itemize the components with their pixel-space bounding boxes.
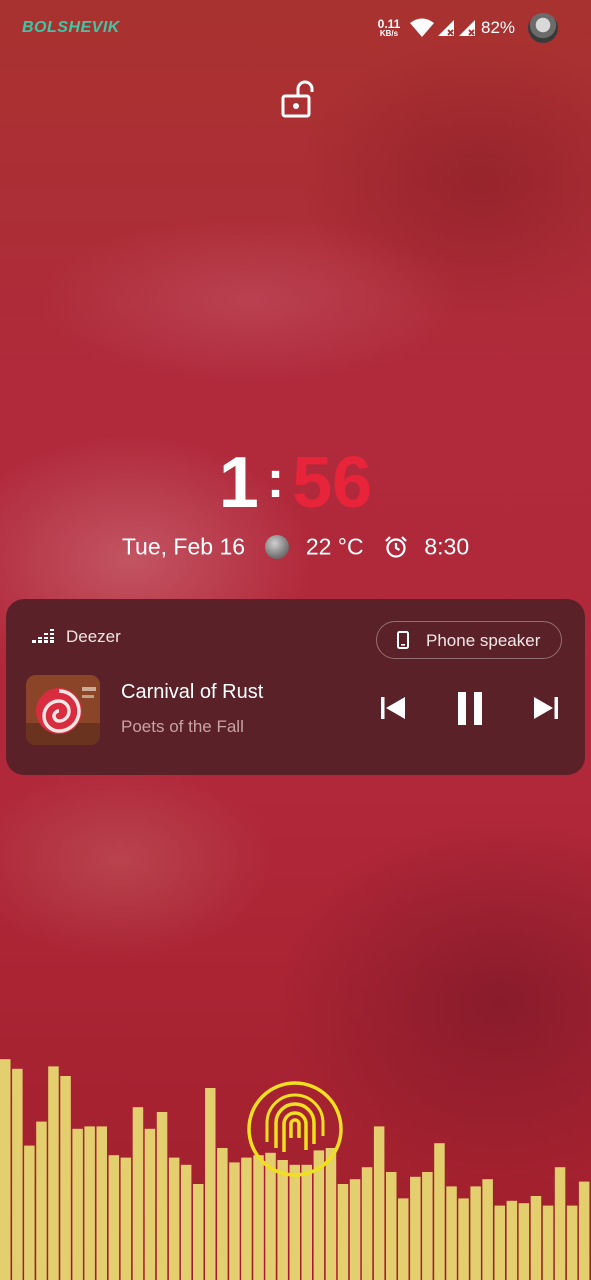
- unlocked-padlock-icon[interactable]: [280, 80, 316, 120]
- clock-hour: 1: [218, 443, 259, 523]
- album-art: [26, 675, 100, 745]
- wifi-icon: [410, 18, 434, 37]
- output-device-label: Phone speaker: [426, 631, 541, 650]
- visualizer-bar: [144, 1128, 156, 1280]
- date-label: Tue, Feb 16: [121, 533, 246, 560]
- alarm-clock-icon: [385, 536, 407, 558]
- visualizer-bar: [554, 1167, 566, 1280]
- visualizer-bar: [470, 1186, 481, 1280]
- phone-icon: [397, 631, 409, 649]
- visualizer-bar: [494, 1205, 505, 1280]
- visualizer-bar: [398, 1198, 409, 1280]
- visualizer-bar: [0, 1059, 11, 1280]
- date-weather-line: Tue, Feb 16 22 °C 8:30: [0, 532, 591, 560]
- battery-percentage: 82%: [481, 18, 516, 37]
- visualizer-bar: [301, 1164, 312, 1280]
- visualizer-bar: [24, 1145, 35, 1280]
- moon-cloud-icon: [265, 534, 290, 559]
- clock-separator: :: [266, 451, 285, 509]
- fingerprint-icon[interactable]: [244, 1078, 346, 1180]
- visualizer-bar: [530, 1196, 542, 1280]
- visualizer-bar: [229, 1162, 240, 1280]
- visualizer-bar: [518, 1203, 530, 1280]
- visualizer-bar: [578, 1181, 590, 1280]
- deezer-icon: [32, 629, 54, 643]
- visualizer-bar: [542, 1205, 554, 1280]
- visualizer-bar: [12, 1068, 23, 1280]
- avatar[interactable]: [528, 13, 558, 43]
- visualizer-bar: [482, 1179, 493, 1280]
- previous-icon[interactable]: [375, 691, 411, 725]
- visualizer-bar: [422, 1172, 433, 1280]
- visualizer-bar: [96, 1126, 107, 1280]
- visualizer-bar: [36, 1121, 47, 1280]
- visualizer-bar: [217, 1148, 228, 1280]
- next-icon[interactable]: [528, 691, 564, 725]
- visualizer-bar: [458, 1198, 469, 1280]
- visualizer-bar: [506, 1200, 518, 1280]
- visualizer-bar: [168, 1157, 180, 1280]
- visualizer-bar: [410, 1176, 421, 1280]
- visualizer-bar: [180, 1164, 192, 1280]
- carrier-label: BOLSHEVIK: [22, 19, 120, 36]
- visualizer-bar: [60, 1076, 71, 1280]
- album-art-image: [26, 675, 100, 745]
- clock-minutes: 56: [292, 443, 373, 523]
- visualizer-bar: [108, 1155, 120, 1280]
- visualizer-bar: [434, 1143, 445, 1280]
- visualizer-bar: [48, 1066, 59, 1280]
- temperature-label: 22 °C: [305, 533, 364, 560]
- visualizer-bar: [361, 1167, 373, 1280]
- visualizer-bar: [84, 1126, 95, 1280]
- visualizer-bar: [289, 1164, 300, 1280]
- visualizer-bar: [72, 1128, 83, 1280]
- visualizer-bar: [446, 1186, 457, 1280]
- pause-icon[interactable]: [452, 691, 488, 725]
- media-player-card[interactable]: Deezer Phone speaker Carnival of Rust Po…: [6, 599, 585, 775]
- visualizer-bar: [193, 1184, 204, 1280]
- visualizer-bar: [205, 1088, 216, 1280]
- signal-icon: [459, 20, 475, 36]
- output-device-button[interactable]: Phone speaker: [376, 621, 562, 659]
- visualizer-bar: [386, 1172, 397, 1280]
- track-artist: Poets of the Fall: [121, 717, 244, 736]
- lockscreen-clock: 1:56: [0, 440, 591, 523]
- alarm-time-label: 8:30: [424, 533, 470, 560]
- visualizer-bar: [349, 1179, 361, 1280]
- visualizer-bar: [132, 1107, 144, 1280]
- visualizer-bar: [337, 1184, 349, 1280]
- signal-icon: [438, 20, 454, 36]
- media-app-name: Deezer: [66, 627, 121, 646]
- visualizer-bar: [373, 1126, 385, 1280]
- track-title: Carnival of Rust: [121, 681, 264, 703]
- visualizer-bar: [120, 1157, 132, 1280]
- status-bar: BOLSHEVIK 0.11 KB/s 82%: [0, 0, 591, 56]
- visualizer-bar: [566, 1205, 578, 1280]
- network-speed: 0.11 KB/s: [372, 18, 406, 39]
- visualizer-bar: [156, 1112, 168, 1280]
